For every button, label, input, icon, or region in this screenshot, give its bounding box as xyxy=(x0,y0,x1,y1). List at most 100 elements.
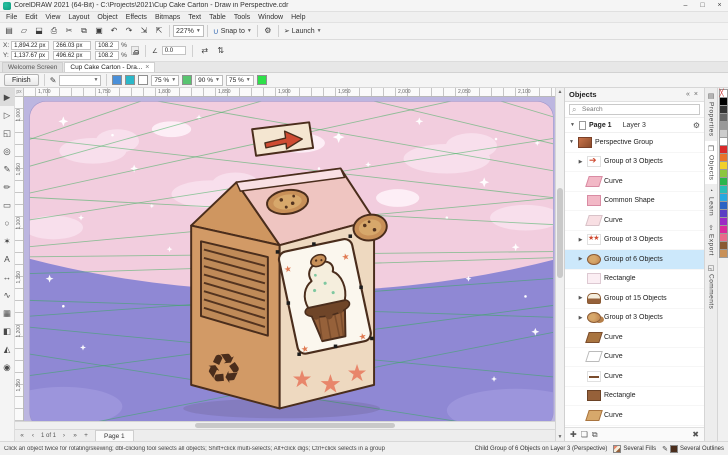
expander-icon[interactable]: ▶ xyxy=(577,295,584,301)
object-height-field[interactable]: 496.62 px xyxy=(53,51,91,60)
rectangle-tool[interactable]: ▭ xyxy=(0,196,14,214)
cut-icon[interactable]: ✂ xyxy=(62,24,76,38)
menu-tools[interactable]: Tools xyxy=(230,12,254,23)
no-color-swatch[interactable] xyxy=(719,89,728,98)
docker-collapse-icon[interactable]: « xyxy=(684,91,692,98)
import-icon[interactable]: ⇲ xyxy=(137,24,151,38)
document-tab[interactable]: Cup Cake Carton - Dra...× xyxy=(64,62,155,72)
opacity-field-one[interactable]: 75 %▼ xyxy=(151,75,179,86)
object-row[interactable]: ▶Group of 3 Objects xyxy=(565,309,704,329)
object-row[interactable]: ▶Group of 15 Objects xyxy=(565,289,704,309)
copy-icon[interactable]: ⧉ xyxy=(77,24,91,38)
mirror-vertical-button[interactable]: ⇅ xyxy=(215,45,227,57)
layer-options-gear-icon[interactable]: ⚙ xyxy=(693,121,700,130)
previous-page-button[interactable]: ‹ xyxy=(28,431,38,441)
object-row[interactable]: Curve xyxy=(565,172,704,192)
launch-dropdown[interactable]: ➢ Launch ▼ xyxy=(282,25,324,38)
expander-icon[interactable]: ▶ xyxy=(577,237,584,243)
save-icon[interactable]: ⬓ xyxy=(32,24,46,38)
object-row[interactable]: Curve xyxy=(565,406,704,426)
print-icon[interactable]: ⎙ xyxy=(47,24,61,38)
menu-layout[interactable]: Layout xyxy=(64,12,93,23)
object-row[interactable]: Common Shape xyxy=(565,192,704,212)
grid-line-color-swatch[interactable] xyxy=(257,75,267,85)
opacity-field-three[interactable]: 75 %▼ xyxy=(226,75,254,86)
maximize-button[interactable]: □ xyxy=(694,0,711,11)
docker-tab-comments[interactable]: ◱Comments xyxy=(705,260,717,313)
mirror-horizontal-button[interactable]: ⇄ xyxy=(199,45,211,57)
eyedropper-tool[interactable]: ◭ xyxy=(0,340,14,358)
new-object-icon[interactable]: ✚ xyxy=(570,430,577,439)
scale-width-field[interactable]: 108.2 xyxy=(95,41,119,50)
new-document-icon[interactable]: ▤ xyxy=(2,24,16,38)
new-layer-icon[interactable]: ❏ xyxy=(581,430,588,439)
horizon-line-color-swatch[interactable] xyxy=(112,75,122,85)
vertical-scrollbar[interactable]: ▲ ▼ xyxy=(555,88,564,441)
docker-tab-export[interactable]: ⇪Export xyxy=(705,220,717,260)
transparency-tool[interactable]: ◧ xyxy=(0,322,14,340)
menu-file[interactable]: File xyxy=(2,12,21,23)
minimize-button[interactable]: – xyxy=(677,0,694,11)
lock-ratio-icon[interactable] xyxy=(131,46,139,55)
docker-tab-objects[interactable]: ❐Objects xyxy=(705,141,717,185)
artistic-media-tool[interactable]: ✏ xyxy=(0,178,14,196)
page-tab[interactable]: Page 1 xyxy=(95,430,134,441)
close-tab-icon[interactable]: × xyxy=(145,64,149,71)
scroll-up-icon[interactable]: ▲ xyxy=(556,88,564,96)
snap-to-dropdown[interactable]: ∪ Snap to ▼ xyxy=(211,25,254,38)
object-row[interactable]: Curve xyxy=(565,367,704,387)
finish-button[interactable]: Finish xyxy=(4,74,39,86)
docker-tab-properties[interactable]: ▤Properties xyxy=(705,88,717,141)
expander-icon[interactable]: ▶ xyxy=(577,256,584,262)
menu-table[interactable]: Table xyxy=(205,12,230,23)
x-position-field[interactable]: 1,894.22 px xyxy=(11,41,49,50)
object-width-field[interactable]: 266.03 px xyxy=(53,41,91,50)
export-icon[interactable]: ⇱ xyxy=(152,24,166,38)
page-color-swatch[interactable] xyxy=(138,75,148,85)
docker-tab-learn[interactable]: ◔Learn xyxy=(705,184,717,220)
palette-color-swatch[interactable] xyxy=(719,249,728,258)
document-tab[interactable]: Welcome Screen xyxy=(2,62,63,72)
rotation-angle-field[interactable]: 0.0 xyxy=(162,46,186,55)
scroll-down-icon[interactable]: ▼ xyxy=(556,433,564,441)
expander-icon[interactable]: ▶ xyxy=(577,315,584,321)
outline-indicator[interactable]: ✎ Several Outlines xyxy=(662,445,724,453)
object-row[interactable]: ▶Group of 6 Objects xyxy=(565,250,704,270)
polygon-tool[interactable]: ✶ xyxy=(0,232,14,250)
object-row[interactable]: Curve xyxy=(565,211,704,231)
dimension-tool[interactable]: ↔ xyxy=(0,268,14,286)
object-row[interactable]: Rectangle xyxy=(565,270,704,290)
docker-close-icon[interactable]: × xyxy=(692,91,700,98)
expander-icon[interactable]: ▼ xyxy=(569,122,576,128)
search-input[interactable] xyxy=(569,104,700,115)
first-page-button[interactable]: « xyxy=(17,431,27,441)
menu-text[interactable]: Text xyxy=(184,12,205,23)
expander-icon[interactable]: ▶ xyxy=(577,159,584,165)
menu-view[interactable]: View xyxy=(41,12,64,23)
undo-icon[interactable]: ↶ xyxy=(107,24,121,38)
object-row[interactable]: Curve xyxy=(565,328,704,348)
object-row[interactable]: Curve xyxy=(565,348,704,368)
zoom-tool[interactable]: ◎ xyxy=(0,142,14,160)
duplicate-icon[interactable]: ⧉ xyxy=(592,430,598,440)
zoom-level-dropdown[interactable]: 227% ▼ xyxy=(173,25,204,37)
connector-tool[interactable]: ∿ xyxy=(0,286,14,304)
grid-fill-color-swatch[interactable] xyxy=(182,75,192,85)
open-icon[interactable]: ▱ xyxy=(17,24,31,38)
close-button[interactable]: × xyxy=(711,0,728,11)
delete-icon[interactable]: ✖ xyxy=(692,430,699,439)
object-row[interactable]: ▶Group of 3 Objects xyxy=(565,153,704,173)
opacity-field-two[interactable]: 90 %▼ xyxy=(195,75,223,86)
shadow-tool[interactable]: ▦ xyxy=(0,304,14,322)
options-gear-icon[interactable]: ⚙ xyxy=(261,24,275,38)
drawing-canvas[interactable]: ♻ ★ ★ ★ ★ xyxy=(24,97,555,421)
freehand-tool[interactable]: ✎ xyxy=(0,160,14,178)
y-position-field[interactable]: 1,137.67 px xyxy=(11,51,49,60)
ellipse-tool[interactable]: ○ xyxy=(0,214,14,232)
pick-tool[interactable]: ▶ xyxy=(0,88,14,106)
text-tool[interactable]: A xyxy=(0,250,14,268)
perspective-preset-dropdown[interactable]: ▼ xyxy=(59,75,101,86)
menu-help[interactable]: Help xyxy=(287,12,309,23)
vertical-ruler[interactable]: 1,0001,0501,1001,1501,2001,250 xyxy=(15,97,24,421)
object-row[interactable]: ▶Group of 3 Objects xyxy=(565,231,704,251)
